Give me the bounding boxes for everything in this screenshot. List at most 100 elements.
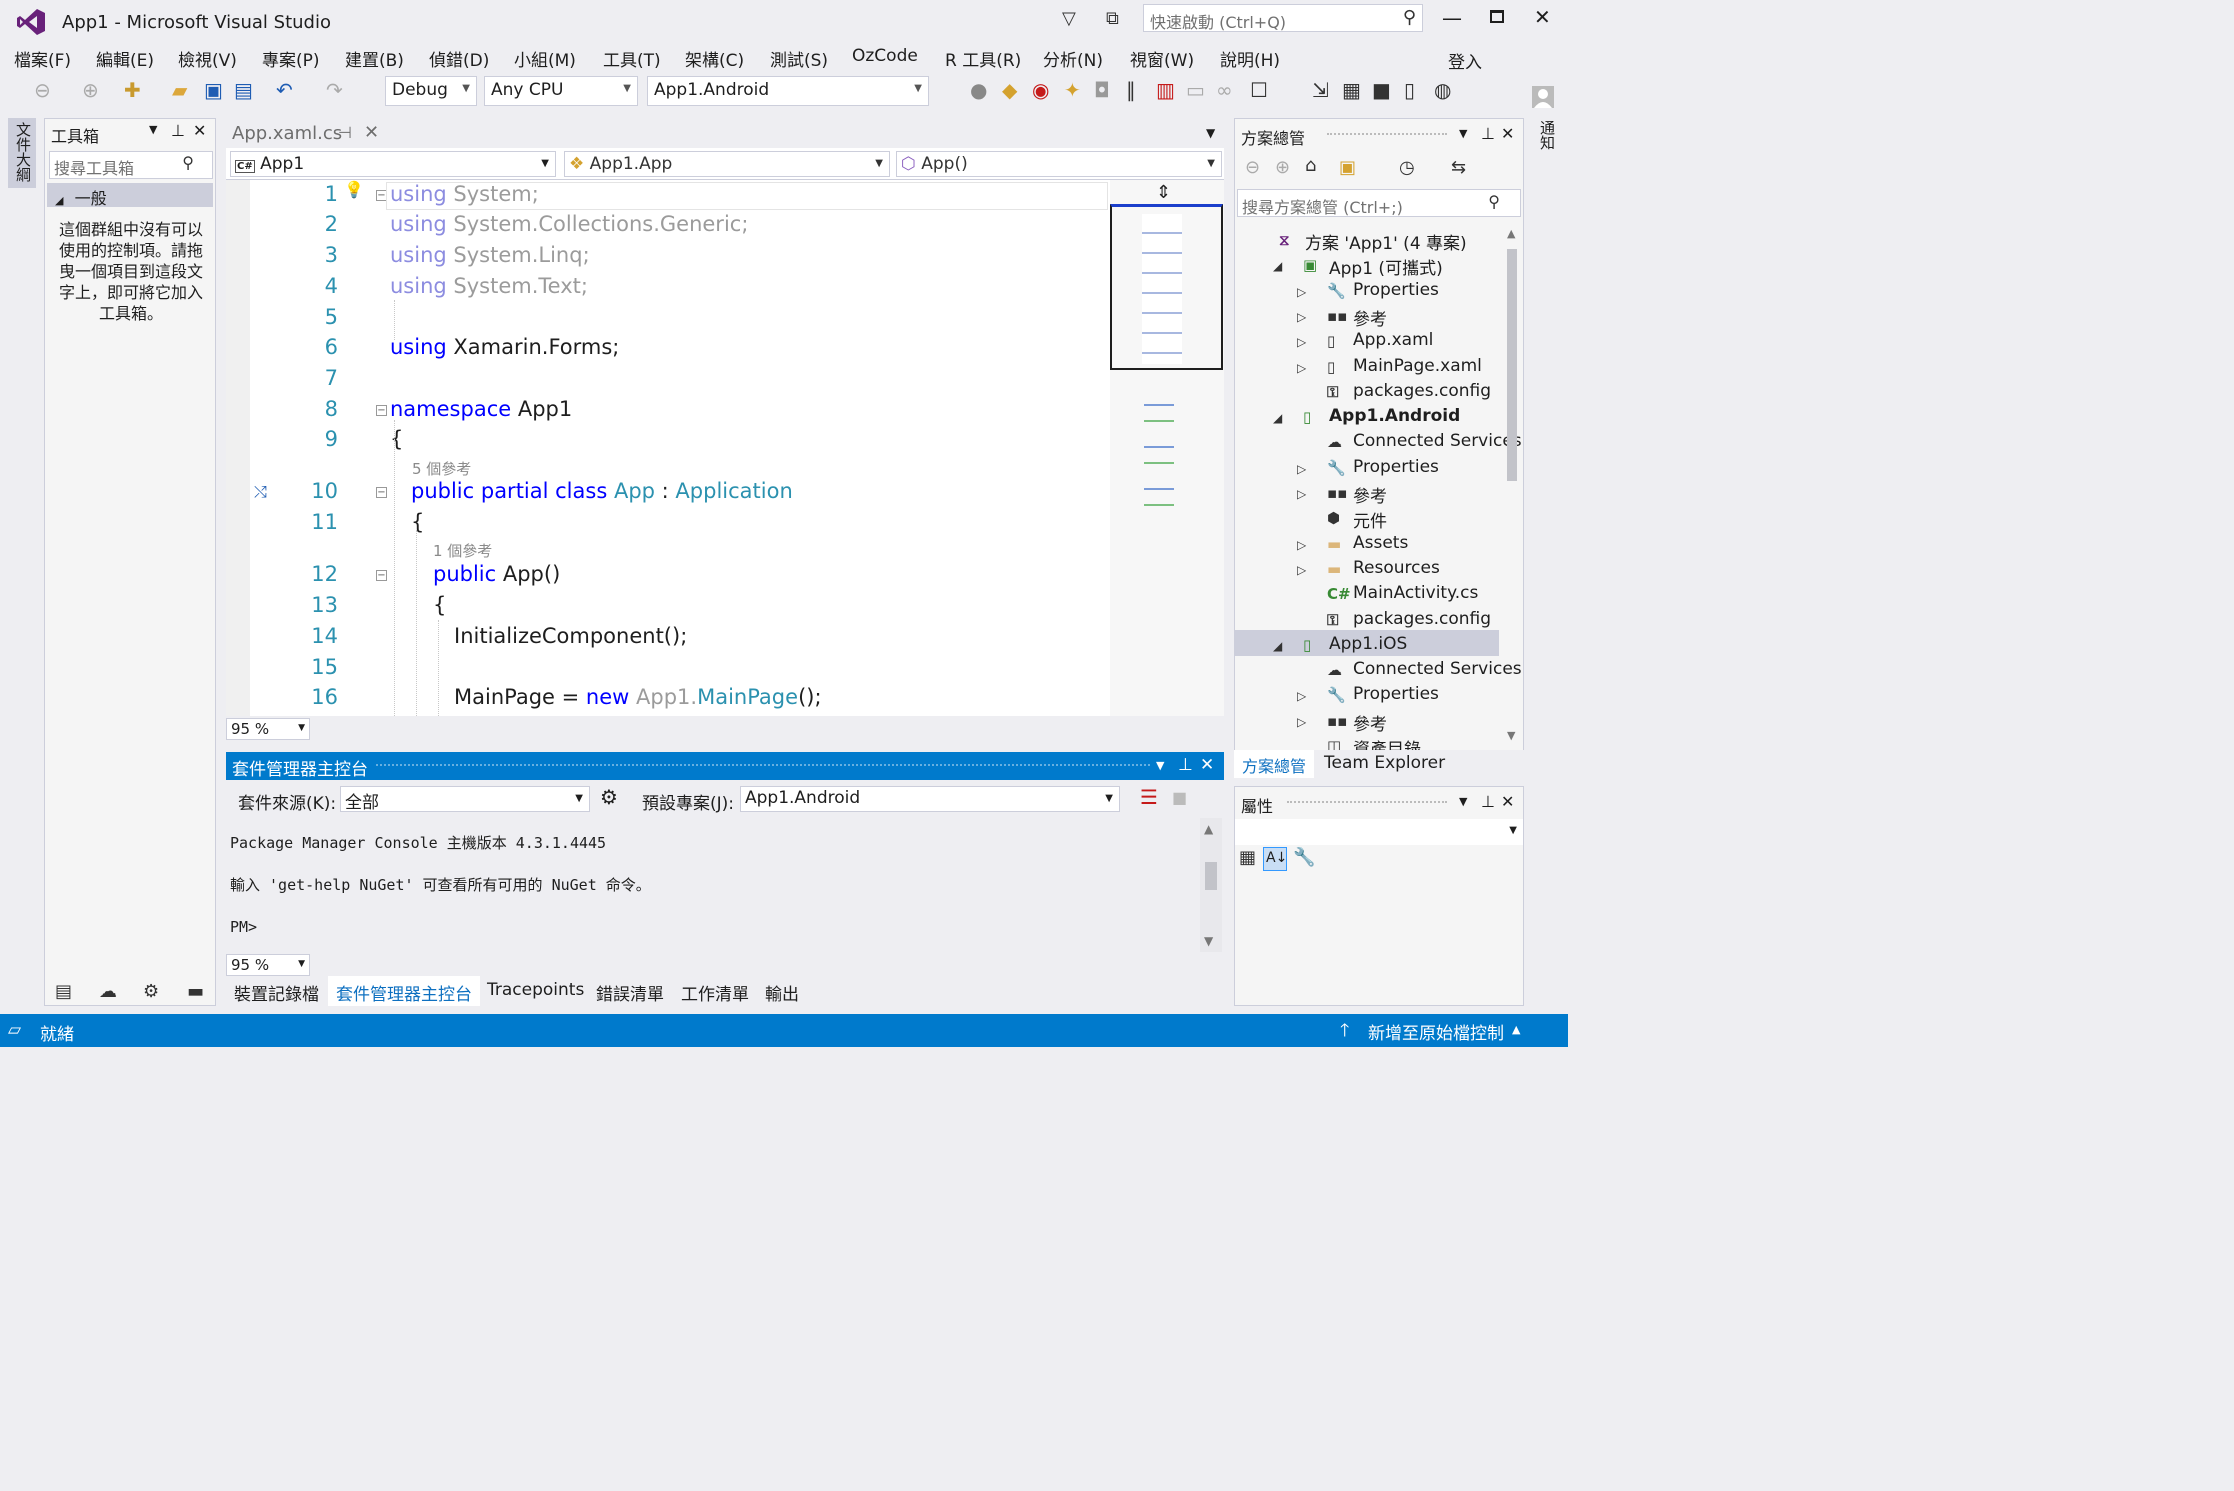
close-icon[interactable]: ✕ xyxy=(1200,755,1214,775)
maximize-button[interactable] xyxy=(1490,10,1504,23)
lightbulb-icon[interactable]: 💡 xyxy=(344,180,364,199)
menu-architecture[interactable]: 架構(C) xyxy=(685,46,744,71)
tree-item-label[interactable]: App1.Android xyxy=(1329,406,1460,426)
comment-icon[interactable]: ☐ xyxy=(1250,78,1268,102)
minimap-splitter-icon[interactable]: ⇕ xyxy=(1156,182,1171,203)
codelens-references[interactable]: 5 個參考 xyxy=(412,458,471,479)
categorized-icon[interactable]: ▦ xyxy=(1239,847,1256,868)
save-all-icon[interactable]: ▤ xyxy=(234,78,253,102)
pin-icon[interactable]: ⊥ xyxy=(171,121,185,140)
dropdown-icon[interactable]: ▼ xyxy=(149,123,157,136)
tree-item-label[interactable]: Properties xyxy=(1353,457,1439,477)
close-icon[interactable]: ✕ xyxy=(1501,124,1514,143)
tab-tracepoints[interactable]: Tracepoints xyxy=(487,980,584,1000)
menu-test[interactable]: 測試(S) xyxy=(770,46,828,71)
dropdown-icon[interactable]: ▼ xyxy=(1156,759,1164,772)
new-project-icon[interactable]: ✚ xyxy=(124,78,141,102)
feedback-filter-icon[interactable]: ▽ xyxy=(1062,8,1076,29)
solution-configuration-select[interactable]: Debug ▼ xyxy=(385,76,477,106)
tree-item-label[interactable]: 參考 xyxy=(1353,710,1387,735)
close-icon[interactable]: ✕ xyxy=(193,121,206,140)
class-view-icon[interactable]: ▤ xyxy=(55,981,72,1002)
add-to-source-control-button[interactable]: 新增至原始檔控制 xyxy=(1368,1019,1504,1044)
notifications-tab[interactable]: 通知 xyxy=(1532,118,1560,162)
expand-icon[interactable]: ▷ xyxy=(1297,715,1306,729)
expand-icon[interactable]: ▷ xyxy=(1297,538,1306,552)
collapse-toggle-icon[interactable]: − xyxy=(376,570,387,581)
editor-minimap[interactable]: ⇕ xyxy=(1110,180,1224,716)
window-layout-icon[interactable]: ▥ xyxy=(1156,78,1175,102)
tree-item-label[interactable]: Connected Services xyxy=(1353,431,1522,451)
export-icon[interactable]: ⇲ xyxy=(1312,78,1329,102)
expand-icon[interactable]: ▷ xyxy=(1297,689,1306,703)
tree-item-label[interactable]: Connected Services xyxy=(1353,659,1522,679)
server-explorer-icon[interactable]: ⚙ xyxy=(143,981,159,1002)
tree-item-label[interactable]: Assets xyxy=(1353,533,1408,553)
pmc-prompt[interactable]: PM> xyxy=(230,918,257,936)
notification-icon[interactable]: ▱ xyxy=(8,1020,21,1040)
code-editor[interactable]: 💡 ⤭ 1− using System; 2 using System.Collect… xyxy=(226,180,1110,716)
expand-icon[interactable]: ▷ xyxy=(1297,462,1306,476)
pin-icon[interactable]: ⊥ xyxy=(1178,755,1193,775)
tree-item-label[interactable]: MainPage.xaml xyxy=(1353,356,1482,376)
member-nav-select[interactable]: ⬡ App() ▼ xyxy=(896,151,1222,177)
breakpoint-icon[interactable]: ◉ xyxy=(1032,78,1049,102)
tab-overflow-icon[interactable]: ▼ xyxy=(1206,126,1215,140)
tree-scrollbar[interactable]: ▲ ▼ xyxy=(1503,227,1523,747)
menu-file[interactable]: 檔案(F) xyxy=(14,46,71,71)
collapse-icon[interactable]: ◢ xyxy=(1273,259,1282,273)
pmc-output[interactable]: Package Manager Console 主機版本 4.3.1.4445 … xyxy=(226,818,1200,952)
scroll-up-icon[interactable]: ▲ xyxy=(1507,227,1515,240)
tree-item-label[interactable]: MainActivity.cs xyxy=(1353,583,1478,603)
sign-in-link[interactable]: 登入 xyxy=(1448,48,1482,73)
expand-icon[interactable]: ▷ xyxy=(1297,335,1306,349)
tree-item-label[interactable]: Resources xyxy=(1353,558,1440,578)
tree-item-label[interactable]: packages.config xyxy=(1353,609,1491,629)
pmc-scrollbar[interactable]: ▲ ▼ xyxy=(1200,818,1222,952)
ozcode-icon[interactable]: ⤭ xyxy=(254,482,267,502)
navigate-back-icon[interactable]: ⊖ xyxy=(34,78,51,102)
tab-team-explorer[interactable]: Team Explorer xyxy=(1324,753,1445,773)
clear-console-icon[interactable]: ☰ xyxy=(1140,785,1158,809)
cloud-explorer-icon[interactable]: ☁ xyxy=(99,981,117,1002)
codelens-references[interactable]: 1 個參考 xyxy=(433,540,492,561)
undo-icon[interactable]: ↶ xyxy=(276,78,293,102)
dropdown-icon[interactable]: ▼ xyxy=(1459,127,1467,140)
tab-package-manager-console[interactable]: 套件管理器主控台 xyxy=(328,976,480,1006)
collapse-icon[interactable]: ◢ xyxy=(1273,639,1282,653)
collapse-toggle-icon[interactable]: − xyxy=(376,487,387,498)
solution-platform-select[interactable]: Any CPU ▼ xyxy=(484,76,638,106)
switch-views-icon[interactable]: ▣ xyxy=(1339,157,1356,178)
class-nav-select[interactable]: ❖ App1.App ▼ xyxy=(564,151,890,177)
pin-icon[interactable]: ⊥ xyxy=(1481,792,1495,811)
dropdown-icon[interactable]: ▼ xyxy=(1459,795,1467,808)
globe-icon[interactable]: ◍ xyxy=(1434,78,1451,102)
expand-icon[interactable]: ▷ xyxy=(1297,285,1306,299)
tab-task-list[interactable]: 工作清單 xyxy=(681,980,749,1005)
close-icon[interactable]: ✕ xyxy=(364,122,379,143)
project-nav-select[interactable]: C# App1 ▼ xyxy=(230,151,556,177)
tab-output[interactable]: 輸出 xyxy=(765,980,799,1005)
package-icon[interactable]: ▦ xyxy=(1342,78,1361,102)
sync-icon[interactable]: ⇆ xyxy=(1451,157,1466,178)
menu-analyze[interactable]: 分析(N) xyxy=(1043,46,1103,71)
chevron-up-icon[interactable]: ▲ xyxy=(1512,1023,1520,1036)
panel-icon[interactable]: ▯ xyxy=(1404,78,1415,102)
terminal-icon[interactable]: ■ xyxy=(1372,78,1391,102)
menu-team[interactable]: 小組(M) xyxy=(514,46,576,71)
property-pages-icon[interactable]: 🔧 xyxy=(1293,847,1315,868)
package-source-select[interactable]: 全部 ▼ xyxy=(340,786,590,813)
tree-item-label[interactable]: App1.iOS xyxy=(1329,634,1407,654)
properties-object-select[interactable]: ▼ xyxy=(1235,819,1523,845)
tree-item-label[interactable]: App.xaml xyxy=(1353,330,1433,350)
pending-changes-icon[interactable]: ◷ xyxy=(1399,157,1415,178)
open-file-icon[interactable]: ▰ xyxy=(172,78,187,102)
tab-solution-explorer[interactable]: 方案總管 xyxy=(1234,750,1315,778)
tab-device-log[interactable]: 裝置記錄檔 xyxy=(234,980,319,1005)
keyboard-icon[interactable]: ▭ xyxy=(1186,78,1205,102)
scroll-down-icon[interactable]: ▼ xyxy=(1204,934,1213,948)
menu-project[interactable]: 專案(P) xyxy=(262,46,320,71)
menu-build[interactable]: 建置(B) xyxy=(345,46,404,71)
minimize-button[interactable]: — xyxy=(1442,6,1462,30)
menu-help[interactable]: 說明(H) xyxy=(1220,46,1280,71)
